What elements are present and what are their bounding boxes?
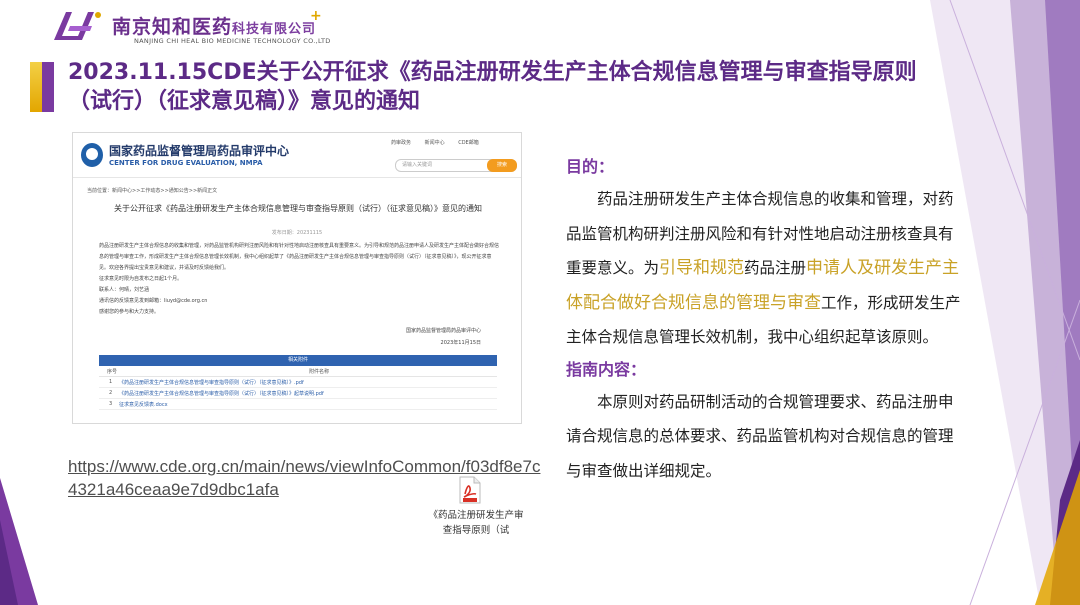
col-no: 序号 xyxy=(107,369,118,375)
signature-date: 2023年11月15日 xyxy=(440,340,481,346)
attachment-no: 2 xyxy=(109,390,113,396)
signature-org: 国家药品监督管理局药品审评中心 xyxy=(405,328,481,334)
article-body: 药品注册研发生产主体合规信息的收集和管理，对药品监管机构研判注册风险和有针对性地… xyxy=(99,241,499,318)
cde-page-screenshot: 国家药品监督管理局药品审评中心 CENTER FOR DRUG EVALUATI… xyxy=(72,132,522,424)
body-paragraph: 感谢您的参与和大力支持。 xyxy=(99,309,160,315)
nav-item[interactable]: CDE邮箱 xyxy=(458,140,479,146)
attachment-no: 3 xyxy=(109,401,113,407)
logo-name-en: NANJING CHI HEAL BIO MEDICINE TECHNOLOGY… xyxy=(134,37,331,45)
body-paragraph: 联系人：何晴，刘艺涵 xyxy=(99,287,150,293)
attachments-table: 相关附件 序号 附件名称 1 《药品注册研发生产主体合规信息管理与审查指导原则（… xyxy=(99,355,497,410)
body-paragraph: 征求意见时限为自发布之日起1个月。 xyxy=(99,276,183,282)
attachment-row[interactable]: 3 征求意见反馈表.docx xyxy=(99,399,497,410)
logo-plus-icon: + xyxy=(310,8,322,24)
body-paragraph: 通讯信的反馈意见发到邮箱：liuyd@cde.org.cn xyxy=(99,298,208,304)
slide-title: 2023.11.15CDE关于公开征求《药品注册研发生产主体合规信息管理与审查指… xyxy=(68,60,917,114)
logo-mark-icon xyxy=(54,12,101,40)
attachments-header: 相关附件 xyxy=(99,355,497,366)
attachment-link[interactable]: 征求意见反馈表.docx xyxy=(119,401,168,408)
purpose-heading: 目的： xyxy=(566,157,615,176)
attachment-link[interactable]: 《药品注册研发生产主体合规信息管理与审查指导原则（试行）（征求意见稿）》起草说明… xyxy=(119,390,324,397)
cde-emblem-icon xyxy=(81,143,103,167)
company-logo: 南京知和医药科技有限公司 + NANJING CHI HEAL BIO MEDI… xyxy=(48,6,348,48)
search-placeholder: 请输入关键词 xyxy=(402,162,433,168)
top-nav: 药审政务 新闻中心 CDE邮箱 xyxy=(391,139,491,146)
search-input[interactable]: 请输入关键词 搜索 xyxy=(395,159,517,172)
search-button[interactable]: 搜索 xyxy=(487,159,517,172)
pdf-file-icon[interactable] xyxy=(458,476,482,504)
attachment-row[interactable]: 2 《药品注册研发生产主体合规信息管理与审查指导原则（试行）（征求意见稿）》起草… xyxy=(99,388,497,399)
pdf-caption: 《药品注册研发生产审查指导原则（试 xyxy=(428,510,524,536)
highlight-text: 引导和规范 xyxy=(659,258,745,278)
attachment-link[interactable]: 《药品注册研发生产主体合规信息管理与审查指导原则（试行）（征求意见稿）》.pdf xyxy=(119,379,304,386)
breadcrumb: 当前位置：新闻中心>>工作动态>>通知公告>>新闻正文 xyxy=(87,188,218,194)
purpose-paragraph: 药品注册研发生产主体合规信息的收集和管理，对药品监管机构研判注册风险和有针对性地… xyxy=(566,190,961,346)
attachment-row[interactable]: 1 《药品注册研发生产主体合规信息管理与审查指导原则（试行）（征求意见稿）》.p… xyxy=(99,377,497,388)
right-text-column: 目的： 药品注册研发生产主体合规信息的收集和管理，对药品监管机构研判注册风险和有… xyxy=(566,152,966,488)
site-name-cn: 国家药品监督管理局药品审评中心 xyxy=(109,144,290,158)
attachment-no: 1 xyxy=(109,379,113,385)
logo-name-cn: 南京知和医药科技有限公司 xyxy=(112,16,317,38)
attachments-columns: 序号 附件名称 xyxy=(99,366,497,377)
nav-item[interactable]: 药审政务 xyxy=(391,140,411,146)
body-paragraph: 药品注册研发生产主体合规信息的收集和管理，对药品监管机构研判注册风险和有针对性地… xyxy=(99,243,500,271)
col-name: 附件名称 xyxy=(309,369,330,375)
content-paragraph: 本原则对药品研制活动的合规管理要求、药品注册申请合规信息的总体要求、药品监管机构… xyxy=(566,392,954,480)
site-header: 国家药品监督管理局药品审评中心 CENTER FOR DRUG EVALUATI… xyxy=(73,133,521,178)
site-name-en: CENTER FOR DRUG EVALUATION, NMPA xyxy=(109,159,263,167)
title-accent-bar xyxy=(30,62,54,112)
article-signature: 国家药品监督管理局药品审评中心 2023年11月15日 xyxy=(406,325,481,349)
article-title: 关于公开征求《药品注册研发生产主体合规信息管理与审查指导原则（试行）（征求意见稿… xyxy=(114,204,482,213)
content-heading: 指南内容： xyxy=(566,359,647,379)
nav-item[interactable]: 新闻中心 xyxy=(425,140,445,146)
publish-date: 发布日期：20231115 xyxy=(271,230,323,236)
